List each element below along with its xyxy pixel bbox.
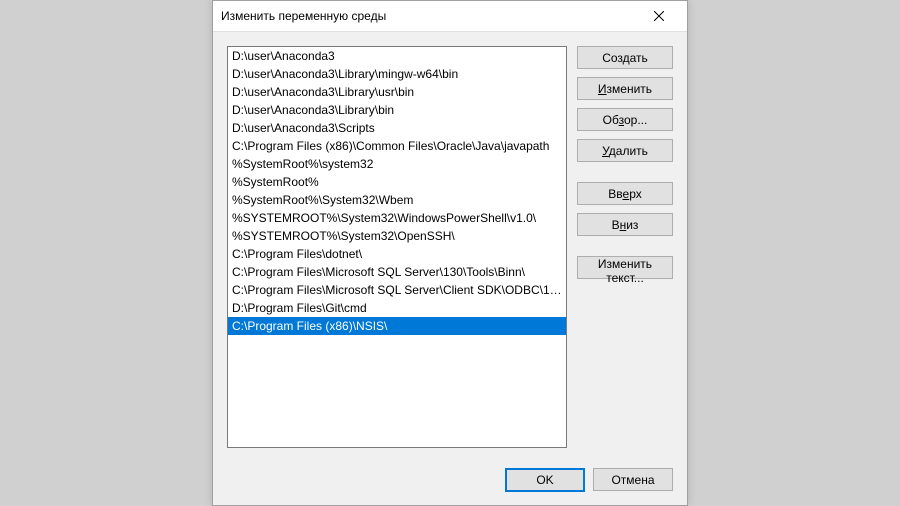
env-var-dialog: Изменить переменную среды D:\user\Anacon… xyxy=(212,0,688,506)
new-button-label: Создать xyxy=(602,51,648,65)
list-item[interactable]: D:\user\Anaconda3\Library\bin xyxy=(228,101,566,119)
side-button-column: Создать Изменить Обзор... Удалить Вверх xyxy=(577,46,673,448)
path-listbox[interactable]: D:\user\Anaconda3D:\user\Anaconda3\Libra… xyxy=(227,46,567,448)
list-item[interactable]: D:\user\Anaconda3\Library\usr\bin xyxy=(228,83,566,101)
list-item[interactable]: C:\Program Files\Microsoft SQL Server\13… xyxy=(228,263,566,281)
edit-text-button-label: Изменить текст... xyxy=(598,257,652,285)
list-item[interactable]: %SYSTEMROOT%\System32\WindowsPowerShell\… xyxy=(228,209,566,227)
new-button[interactable]: Создать xyxy=(577,46,673,69)
move-down-button[interactable]: Вниз xyxy=(577,213,673,236)
list-item[interactable]: D:\Program Files\Git\cmd xyxy=(228,299,566,317)
browse-button[interactable]: Обзор... xyxy=(577,108,673,131)
close-icon xyxy=(654,11,664,21)
edit-button[interactable]: Изменить xyxy=(577,77,673,100)
ok-button[interactable]: OK xyxy=(505,468,585,492)
list-item[interactable]: D:\user\Anaconda3 xyxy=(228,47,566,65)
list-item[interactable]: D:\user\Anaconda3\Library\mingw-w64\bin xyxy=(228,65,566,83)
list-item[interactable]: C:\Program Files\Microsoft SQL Server\Cl… xyxy=(228,281,566,299)
list-item[interactable]: C:\Program Files (x86)\NSIS\ xyxy=(228,317,566,335)
list-item[interactable]: C:\Program Files\dotnet\ xyxy=(228,245,566,263)
cancel-button[interactable]: Отмена xyxy=(593,468,673,491)
list-item[interactable]: C:\Program Files (x86)\Common Files\Orac… xyxy=(228,137,566,155)
ok-button-label: OK xyxy=(536,473,553,487)
titlebar: Изменить переменную среды xyxy=(213,1,687,32)
edit-text-button[interactable]: Изменить текст... xyxy=(577,256,673,279)
cancel-button-label: Отмена xyxy=(611,473,654,487)
close-button[interactable] xyxy=(639,2,679,30)
dialog-title: Изменить переменную среды xyxy=(221,9,639,23)
list-item[interactable]: %SystemRoot%\System32\Wbem xyxy=(228,191,566,209)
list-item[interactable]: %SystemRoot% xyxy=(228,173,566,191)
dialog-body: D:\user\Anaconda3D:\user\Anaconda3\Libra… xyxy=(213,32,687,506)
list-item[interactable]: D:\user\Anaconda3\Scripts xyxy=(228,119,566,137)
list-item[interactable]: %SystemRoot%\system32 xyxy=(228,155,566,173)
dialog-footer: OK Отмена xyxy=(505,468,673,492)
move-up-button[interactable]: Вверх xyxy=(577,182,673,205)
delete-button[interactable]: Удалить xyxy=(577,139,673,162)
list-item[interactable]: %SYSTEMROOT%\System32\OpenSSH\ xyxy=(228,227,566,245)
